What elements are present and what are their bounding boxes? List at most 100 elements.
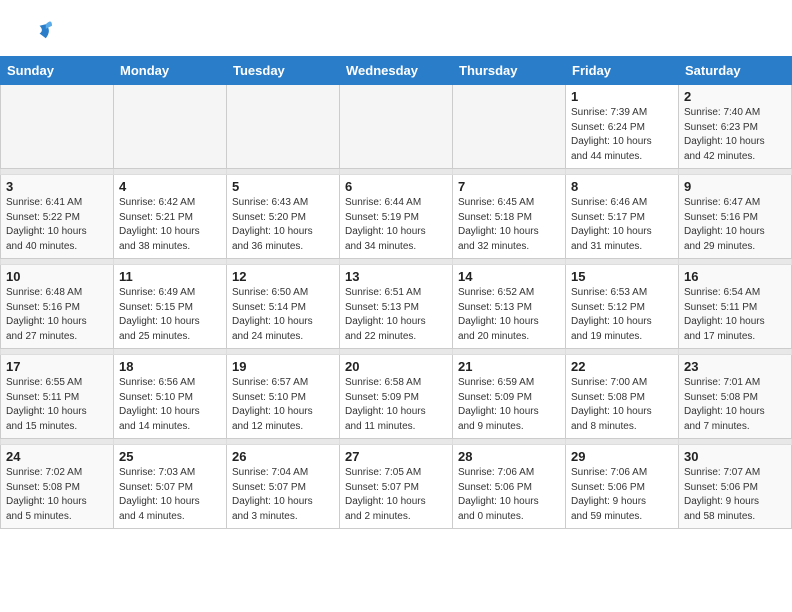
day-info: Sunrise: 6:50 AM Sunset: 5:14 PM Dayligh…	[232, 286, 334, 344]
calendar-day-15: 15 Sunrise: 6:53 AM Sunset: 5:12 PM Dayli…	[566, 265, 679, 349]
calendar-day-1: 1 Sunrise: 7:39 AM Sunset: 6:24 PM Daylig…	[566, 85, 679, 169]
day-info: Sunrise: 7:07 AM Sunset: 5:06 PM Dayligh…	[684, 466, 786, 524]
day-info: Sunrise: 6:49 AM Sunset: 5:15 PM Dayligh…	[119, 286, 221, 344]
day-number: 1	[571, 89, 673, 104]
calendar-day-18: 18 Sunrise: 6:56 AM Sunset: 5:10 PM Dayli…	[114, 355, 227, 439]
calendar-empty	[1, 85, 114, 169]
day-number: 2	[684, 89, 786, 104]
day-info: Sunrise: 6:54 AM Sunset: 5:11 PM Dayligh…	[684, 286, 786, 344]
day-info: Sunrise: 7:04 AM Sunset: 5:07 PM Dayligh…	[232, 466, 334, 524]
day-info: Sunrise: 7:40 AM Sunset: 6:23 PM Dayligh…	[684, 106, 786, 164]
calendar-table: SundayMondayTuesdayWednesdayThursdayFrid…	[0, 56, 792, 529]
calendar-week-row: 1 Sunrise: 7:39 AM Sunset: 6:24 PM Daylig…	[1, 85, 792, 169]
day-number: 8	[571, 179, 673, 194]
day-info: Sunrise: 6:51 AM Sunset: 5:13 PM Dayligh…	[345, 286, 447, 344]
day-number: 23	[684, 359, 786, 374]
calendar-day-29: 29 Sunrise: 7:06 AM Sunset: 5:06 PM Dayli…	[566, 445, 679, 529]
day-info: Sunrise: 7:39 AM Sunset: 6:24 PM Dayligh…	[571, 106, 673, 164]
day-info: Sunrise: 6:43 AM Sunset: 5:20 PM Dayligh…	[232, 196, 334, 254]
calendar-day-16: 16 Sunrise: 6:54 AM Sunset: 5:11 PM Dayli…	[679, 265, 792, 349]
day-info: Sunrise: 7:02 AM Sunset: 5:08 PM Dayligh…	[6, 466, 108, 524]
day-info: Sunrise: 6:45 AM Sunset: 5:18 PM Dayligh…	[458, 196, 560, 254]
weekday-header-thursday: Thursday	[453, 57, 566, 85]
calendar-day-19: 19 Sunrise: 6:57 AM Sunset: 5:10 PM Dayli…	[227, 355, 340, 439]
day-number: 30	[684, 449, 786, 464]
day-info: Sunrise: 6:59 AM Sunset: 5:09 PM Dayligh…	[458, 376, 560, 434]
calendar-week-row: 10 Sunrise: 6:48 AM Sunset: 5:16 PM Dayli…	[1, 265, 792, 349]
day-info: Sunrise: 6:52 AM Sunset: 5:13 PM Dayligh…	[458, 286, 560, 344]
day-info: Sunrise: 7:03 AM Sunset: 5:07 PM Dayligh…	[119, 466, 221, 524]
day-number: 11	[119, 269, 221, 284]
calendar-header-row: SundayMondayTuesdayWednesdayThursdayFrid…	[1, 57, 792, 85]
day-number: 15	[571, 269, 673, 284]
calendar-day-30: 30 Sunrise: 7:07 AM Sunset: 5:06 PM Dayli…	[679, 445, 792, 529]
day-info: Sunrise: 6:42 AM Sunset: 5:21 PM Dayligh…	[119, 196, 221, 254]
day-number: 29	[571, 449, 673, 464]
calendar-day-14: 14 Sunrise: 6:52 AM Sunset: 5:13 PM Dayli…	[453, 265, 566, 349]
calendar-day-4: 4Sunrise: 6:42 AM Sunset: 5:21 PM Daylig…	[114, 175, 227, 259]
weekday-header-sunday: Sunday	[1, 57, 114, 85]
day-number: 3	[6, 179, 108, 194]
calendar-day-10: 10 Sunrise: 6:48 AM Sunset: 5:16 PM Dayli…	[1, 265, 114, 349]
calendar-day-13: 13Sunrise: 6:51 AM Sunset: 5:13 PM Dayli…	[340, 265, 453, 349]
day-number: 16	[684, 269, 786, 284]
weekday-header-monday: Monday	[114, 57, 227, 85]
day-info: Sunrise: 6:47 AM Sunset: 5:16 PM Dayligh…	[684, 196, 786, 254]
calendar-day-28: 28 Sunrise: 7:06 AM Sunset: 5:06 PM Dayli…	[453, 445, 566, 529]
day-info: Sunrise: 7:06 AM Sunset: 5:06 PM Dayligh…	[458, 466, 560, 524]
day-number: 6	[345, 179, 447, 194]
day-number: 5	[232, 179, 334, 194]
day-info: Sunrise: 6:55 AM Sunset: 5:11 PM Dayligh…	[6, 376, 108, 434]
calendar-empty	[340, 85, 453, 169]
calendar-week-row: 17 Sunrise: 6:55 AM Sunset: 5:11 PM Dayli…	[1, 355, 792, 439]
calendar-empty	[227, 85, 340, 169]
weekday-header-tuesday: Tuesday	[227, 57, 340, 85]
day-number: 24	[6, 449, 108, 464]
day-info: Sunrise: 6:46 AM Sunset: 5:17 PM Dayligh…	[571, 196, 673, 254]
day-number: 18	[119, 359, 221, 374]
day-info: Sunrise: 6:53 AM Sunset: 5:12 PM Dayligh…	[571, 286, 673, 344]
day-info: Sunrise: 7:06 AM Sunset: 5:06 PM Dayligh…	[571, 466, 673, 524]
day-info: Sunrise: 6:57 AM Sunset: 5:10 PM Dayligh…	[232, 376, 334, 434]
day-number: 21	[458, 359, 560, 374]
calendar-day-2: 2 Sunrise: 7:40 AM Sunset: 6:23 PM Daylig…	[679, 85, 792, 169]
calendar-empty	[114, 85, 227, 169]
calendar-day-11: 11 Sunrise: 6:49 AM Sunset: 5:15 PM Dayli…	[114, 265, 227, 349]
calendar-day-6: 6 Sunrise: 6:44 AM Sunset: 5:19 PM Daylig…	[340, 175, 453, 259]
day-number: 7	[458, 179, 560, 194]
day-info: Sunrise: 7:01 AM Sunset: 5:08 PM Dayligh…	[684, 376, 786, 434]
day-info: Sunrise: 7:00 AM Sunset: 5:08 PM Dayligh…	[571, 376, 673, 434]
day-number: 22	[571, 359, 673, 374]
calendar-day-21: 21 Sunrise: 6:59 AM Sunset: 5:09 PM Dayli…	[453, 355, 566, 439]
day-number: 17	[6, 359, 108, 374]
calendar-day-20: 20Sunrise: 6:58 AM Sunset: 5:09 PM Dayli…	[340, 355, 453, 439]
calendar-day-27: 27Sunrise: 7:05 AM Sunset: 5:07 PM Dayli…	[340, 445, 453, 529]
calendar-week-row: 3 Sunrise: 6:41 AM Sunset: 5:22 PM Daylig…	[1, 175, 792, 259]
day-number: 10	[6, 269, 108, 284]
calendar-day-12: 12 Sunrise: 6:50 AM Sunset: 5:14 PM Dayli…	[227, 265, 340, 349]
calendar-day-9: 9Sunrise: 6:47 AM Sunset: 5:16 PM Daylig…	[679, 175, 792, 259]
day-info: Sunrise: 6:56 AM Sunset: 5:10 PM Dayligh…	[119, 376, 221, 434]
day-info: Sunrise: 6:44 AM Sunset: 5:19 PM Dayligh…	[345, 196, 447, 254]
day-info: Sunrise: 7:05 AM Sunset: 5:07 PM Dayligh…	[345, 466, 447, 524]
calendar-week-row: 24 Sunrise: 7:02 AM Sunset: 5:08 PM Dayli…	[1, 445, 792, 529]
weekday-header-saturday: Saturday	[679, 57, 792, 85]
day-number: 26	[232, 449, 334, 464]
calendar-day-3: 3 Sunrise: 6:41 AM Sunset: 5:22 PM Daylig…	[1, 175, 114, 259]
day-number: 12	[232, 269, 334, 284]
calendar-day-17: 17 Sunrise: 6:55 AM Sunset: 5:11 PM Dayli…	[1, 355, 114, 439]
logo-icon	[24, 18, 52, 46]
calendar-day-25: 25Sunrise: 7:03 AM Sunset: 5:07 PM Dayli…	[114, 445, 227, 529]
day-number: 28	[458, 449, 560, 464]
day-number: 14	[458, 269, 560, 284]
calendar-day-24: 24 Sunrise: 7:02 AM Sunset: 5:08 PM Dayli…	[1, 445, 114, 529]
calendar-day-8: 8 Sunrise: 6:46 AM Sunset: 5:17 PM Daylig…	[566, 175, 679, 259]
day-info: Sunrise: 6:48 AM Sunset: 5:16 PM Dayligh…	[6, 286, 108, 344]
day-number: 20	[345, 359, 447, 374]
calendar-day-7: 7 Sunrise: 6:45 AM Sunset: 5:18 PM Daylig…	[453, 175, 566, 259]
calendar-day-5: 5 Sunrise: 6:43 AM Sunset: 5:20 PM Daylig…	[227, 175, 340, 259]
weekday-header-wednesday: Wednesday	[340, 57, 453, 85]
day-number: 19	[232, 359, 334, 374]
page-header	[0, 0, 792, 52]
day-info: Sunrise: 6:41 AM Sunset: 5:22 PM Dayligh…	[6, 196, 108, 254]
